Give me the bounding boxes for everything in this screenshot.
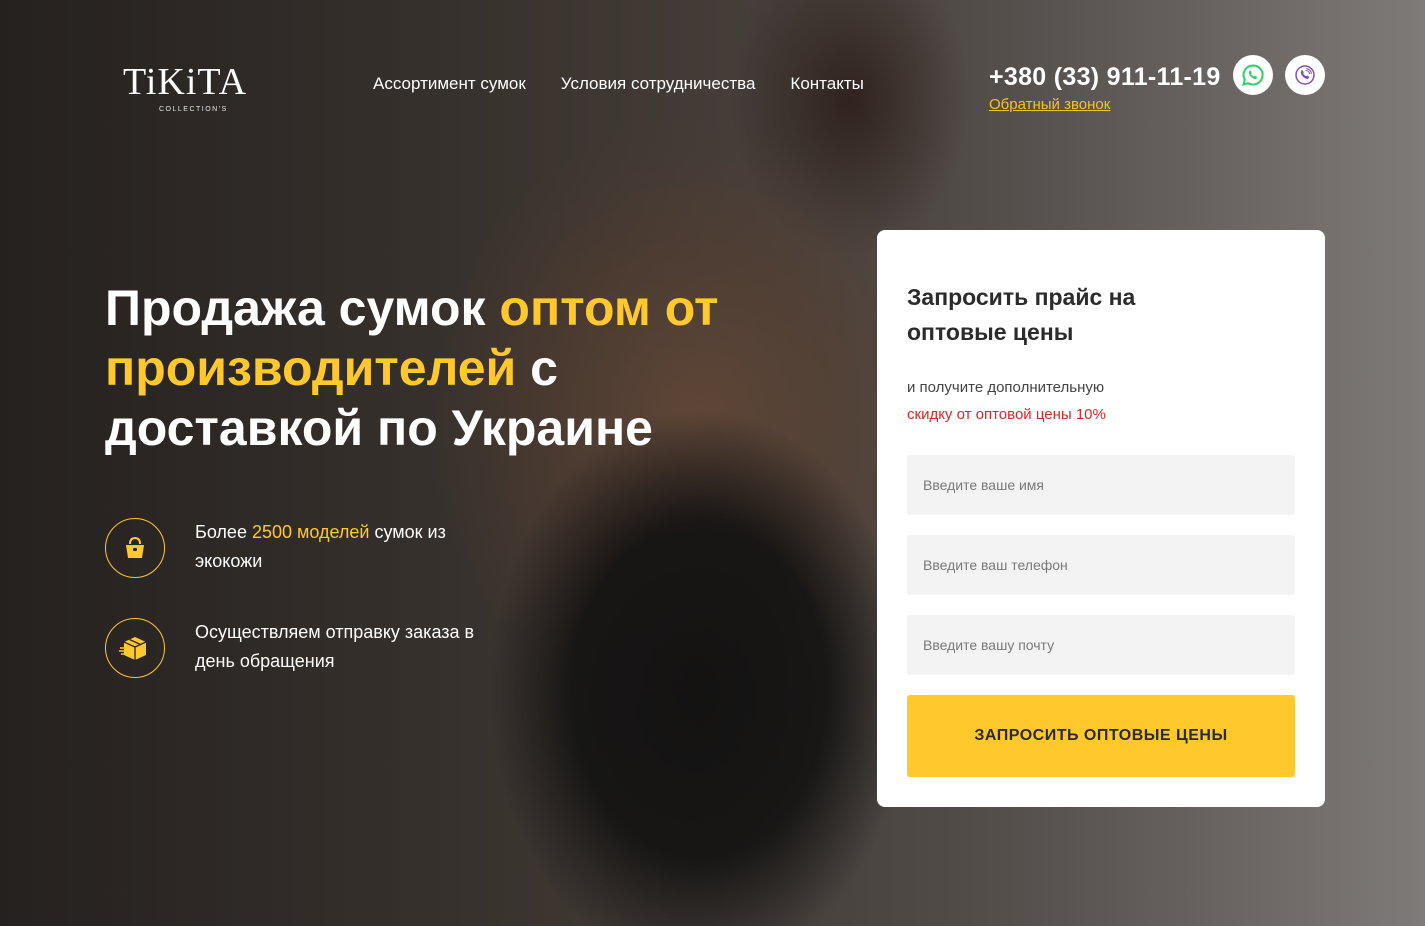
form-title: Запросить прайс на оптовые цены bbox=[907, 284, 1136, 345]
phone-number[interactable]: +380 (33) 911-11-19 bbox=[989, 62, 1221, 92]
price-request-form: Запросить прайс на оптовые цены и получи… bbox=[877, 230, 1325, 807]
feature-shipping-text: Осуществляем отправку заказа в день обра… bbox=[195, 622, 475, 671]
nav-item-contacts[interactable]: Контакты bbox=[790, 74, 863, 94]
contact-block: +380 (33) 911-11-19 Обратный звонок bbox=[989, 62, 1221, 113]
headline-part1: Продажа сумок bbox=[105, 280, 500, 336]
request-prices-button[interactable]: ЗАПРОСИТЬ ОПТОВЫЕ ЦЕНЫ bbox=[907, 695, 1295, 777]
main-nav: Ассортимент сумок Условия сотрудничества… bbox=[373, 74, 864, 94]
form-subtitle: и получите дополнительную bbox=[907, 379, 1105, 396]
nav-item-assortment[interactable]: Ассортимент сумок bbox=[373, 74, 526, 94]
feature-shipping: Осуществляем отправку заказа в день обра… bbox=[105, 618, 515, 678]
handbag-icon bbox=[105, 518, 165, 578]
logo-sub: COLLECTION'S bbox=[159, 106, 228, 113]
logo-main: TiKiTA bbox=[123, 61, 248, 103]
feature-models: Более 2500 моделей сумок из экокожи bbox=[105, 518, 515, 578]
feature-models-text: Более 2500 моделей сумок из экокожи bbox=[195, 518, 515, 576]
hero-headline: Продажа сумок оптом от производителей с … bbox=[105, 278, 765, 458]
feature-models-text-before: Более bbox=[195, 522, 252, 542]
feature-models-accent: 2500 моделей bbox=[251, 522, 370, 542]
phone-field[interactable] bbox=[907, 535, 1295, 595]
viber-button[interactable] bbox=[1285, 55, 1325, 95]
email-field[interactable] bbox=[907, 615, 1295, 675]
viber-icon bbox=[1295, 65, 1315, 85]
whatsapp-button[interactable] bbox=[1233, 55, 1273, 95]
nav-item-cooperation[interactable]: Условия сотрудничества bbox=[561, 74, 756, 94]
whatsapp-icon bbox=[1242, 64, 1264, 86]
name-field[interactable] bbox=[907, 455, 1295, 515]
logo[interactable]: TiKiTA COLLECTION'S bbox=[123, 62, 263, 118]
delivery-box-icon bbox=[105, 618, 165, 678]
callback-link[interactable]: Обратный звонок bbox=[989, 96, 1221, 113]
form-promo: скидку от оптовой цены 10% bbox=[907, 406, 1106, 423]
